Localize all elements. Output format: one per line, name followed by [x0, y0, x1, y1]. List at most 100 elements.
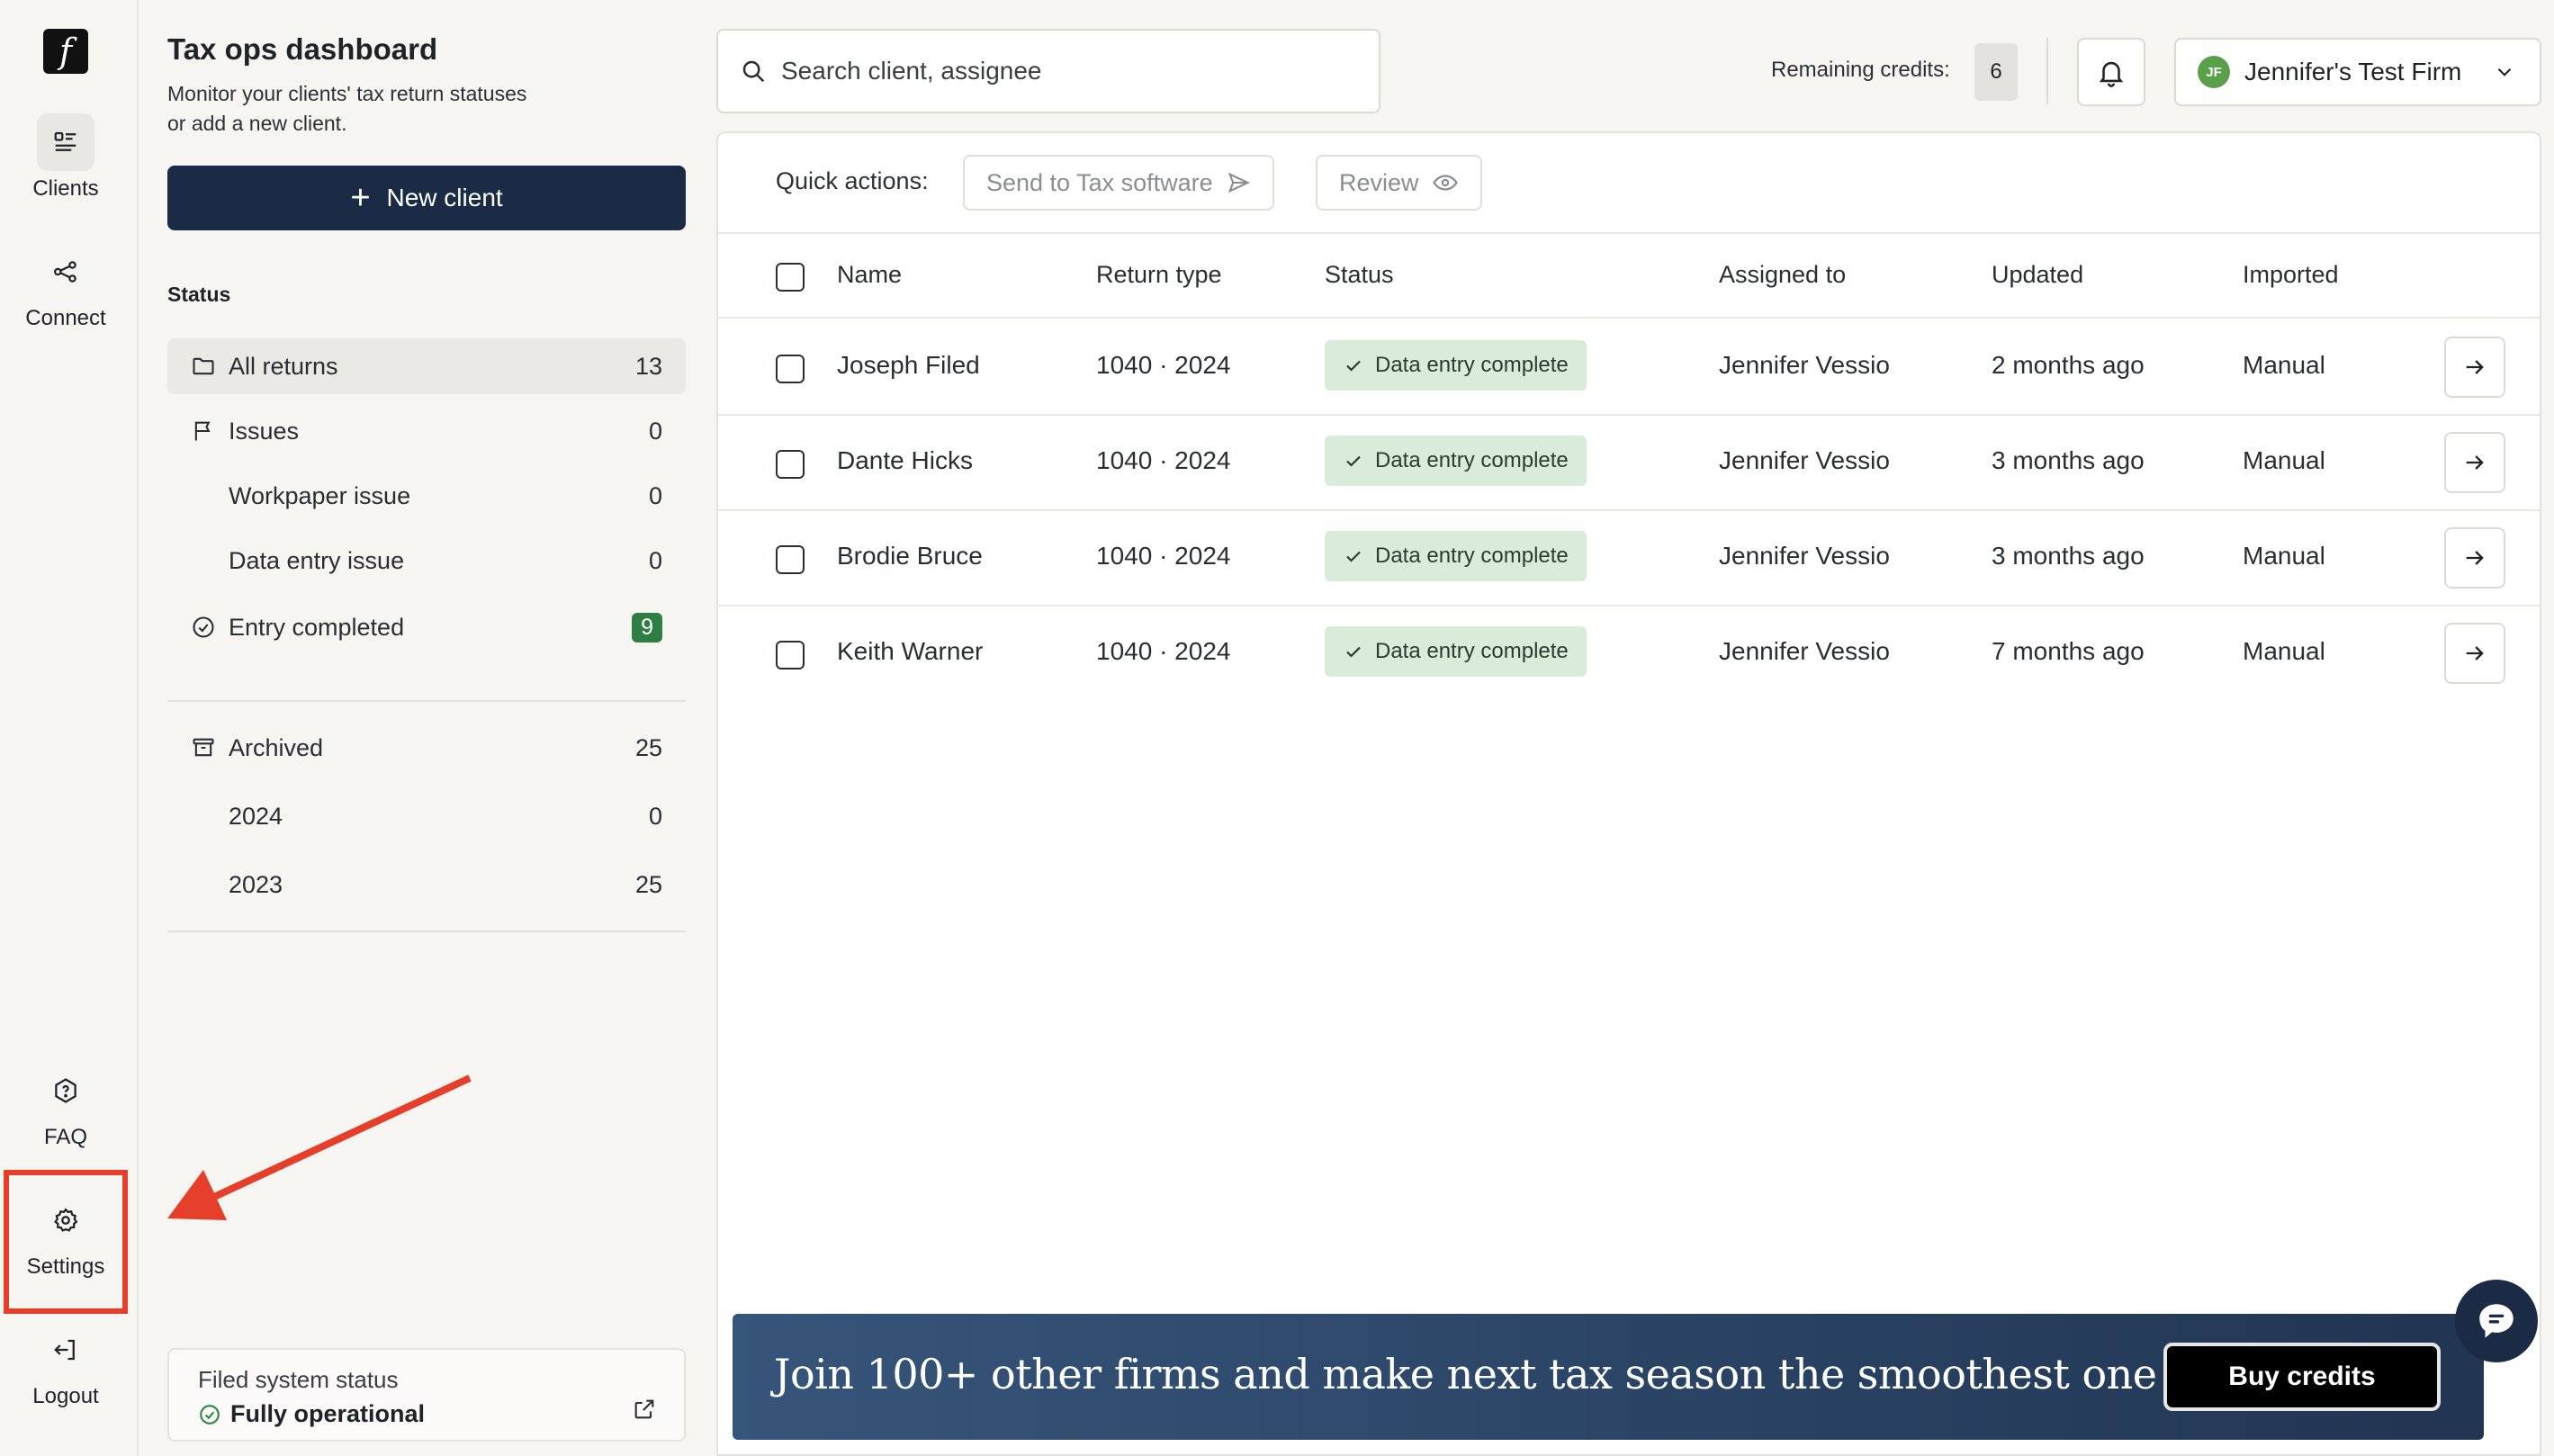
nav-connect[interactable]: Connect [0, 243, 131, 331]
column-header-assigned-to[interactable]: Assigned to [1719, 261, 1846, 289]
search-box[interactable] [716, 29, 1380, 113]
send-to-tax-software-button[interactable]: Send to Tax software [963, 155, 1274, 211]
status-text: Data entry complete [1375, 353, 1569, 377]
open-client-button[interactable] [2444, 432, 2505, 493]
status-text: Data entry complete [1375, 448, 1569, 472]
system-status-card[interactable]: Filed system status Fully operational [167, 1348, 686, 1442]
status-badge: Data entry complete [1325, 340, 1587, 391]
row-checkbox[interactable] [776, 641, 805, 670]
return-type: 1040 · 2024 [1096, 351, 1231, 379]
column-header-imported[interactable]: Imported [2243, 261, 2339, 289]
return-type: 1040 · 2024 [1096, 446, 1231, 474]
status-all-returns[interactable]: All returns 13 [167, 338, 686, 394]
plus-icon: + [350, 179, 371, 217]
external-link-icon[interactable] [632, 1397, 657, 1426]
connect-icon [37, 243, 94, 301]
column-header-name[interactable]: Name [837, 261, 902, 289]
divider [167, 700, 686, 702]
bell-icon [2099, 61, 2124, 87]
status-count: 0 [648, 546, 662, 574]
search-icon [742, 60, 765, 83]
imported: Manual [2243, 446, 2325, 474]
app: f Clients Connect FAQ Settings Logout Ta… [0, 0, 2554, 1456]
imported: Manual [2243, 637, 2325, 665]
check-icon [1346, 360, 1361, 372]
settings-highlight-box [4, 1170, 128, 1314]
column-header-status[interactable]: Status [1325, 261, 1394, 289]
nav-faq-label: FAQ [43, 1125, 87, 1149]
assignee: Jennifer Vessio [1719, 446, 1890, 474]
status-text: Data entry complete [1375, 544, 1569, 568]
nav-logout[interactable]: Logout [0, 1321, 131, 1409]
logo[interactable]: f [43, 29, 88, 74]
status-archived[interactable]: Archived 25 [167, 720, 686, 776]
open-client-button[interactable] [2444, 623, 2505, 684]
divider [718, 317, 2540, 319]
client-name: Joseph Filed [837, 351, 980, 379]
status-label: Workpaper issue [229, 481, 411, 509]
status-text: Data entry complete [1375, 639, 1569, 663]
check-icon [1346, 455, 1361, 467]
divider [718, 509, 2540, 511]
chat-button[interactable] [2455, 1280, 2538, 1362]
arrow-right-icon [2466, 551, 2484, 565]
status-workpaper-issue[interactable]: Workpaper issue 0 [167, 468, 686, 524]
status-count: 25 [634, 870, 662, 898]
imported: Manual [2243, 542, 2325, 570]
open-client-button[interactable] [2444, 337, 2505, 398]
notifications-button[interactable] [2077, 38, 2145, 106]
imported: Manual [2243, 351, 2325, 379]
row-checkbox[interactable] [776, 450, 805, 479]
status-entry-completed[interactable]: Entry completed 9 [167, 599, 686, 655]
client-name: Dante Hicks [837, 446, 973, 474]
firm-switcher[interactable]: JF Jennifer's Test Firm [2174, 38, 2541, 106]
status-badge: Data entry complete [1325, 436, 1587, 486]
assignee: Jennifer Vessio [1719, 351, 1890, 379]
status-data-entry-issue[interactable]: Data entry issue 0 [167, 533, 686, 589]
arrow-right-icon [2466, 360, 2484, 374]
nav-clients[interactable]: Clients [0, 113, 131, 202]
flag-icon [191, 418, 227, 444]
select-all-checkbox[interactable] [776, 263, 805, 292]
system-status-title: Filed system status [198, 1366, 399, 1393]
archive-icon [191, 735, 227, 760]
arrow-right-icon [2466, 646, 2484, 661]
eye-icon [1432, 175, 1458, 191]
row-checkbox[interactable] [776, 355, 805, 383]
column-header-return-type[interactable]: Return type [1096, 261, 1222, 289]
clients-icon [37, 113, 94, 171]
archived-2024[interactable]: 2024 0 [167, 788, 686, 844]
banner-text: Join 100+ other firms and make next tax … [774, 1350, 2245, 1398]
new-client-label: New client [386, 184, 503, 211]
status-count: 0 [648, 802, 662, 830]
archived-2023[interactable]: 2023 25 [167, 857, 686, 912]
credits-count: 6 [1974, 43, 2018, 101]
divider [718, 605, 2540, 607]
new-client-button[interactable]: + New client [167, 166, 686, 230]
review-button[interactable]: Review [1316, 155, 1482, 211]
faq-icon [37, 1062, 94, 1119]
search-input[interactable] [781, 57, 1379, 85]
chat-icon [2479, 1304, 2514, 1338]
row-checkbox[interactable] [776, 545, 805, 574]
nav-logout-label: Logout [32, 1384, 99, 1408]
buy-credits-button[interactable]: Buy credits [2163, 1343, 2441, 1411]
assignee: Jennifer Vessio [1719, 542, 1890, 570]
page-title: Tax ops dashboard [167, 32, 438, 66]
status-label: Data entry issue [229, 546, 405, 574]
status-count: 13 [634, 352, 662, 380]
status-label: Archived [229, 733, 324, 761]
column-header-updated[interactable]: Updated [1992, 261, 2083, 289]
nav-connect-label: Connect [25, 306, 106, 330]
divider [718, 414, 2540, 416]
send-icon [1228, 172, 1250, 193]
status-label: 2023 [229, 870, 283, 898]
nav-faq[interactable]: FAQ [0, 1062, 131, 1150]
status-issues[interactable]: Issues 0 [167, 403, 686, 459]
status-label: All returns [229, 352, 338, 380]
page-subtitle: Monitor your clients' tax return statuse… [167, 82, 527, 135]
updated: 3 months ago [1992, 446, 2145, 474]
avatar: JF [2198, 56, 2230, 88]
status-label: Issues [229, 417, 300, 445]
open-client-button[interactable] [2444, 527, 2505, 589]
